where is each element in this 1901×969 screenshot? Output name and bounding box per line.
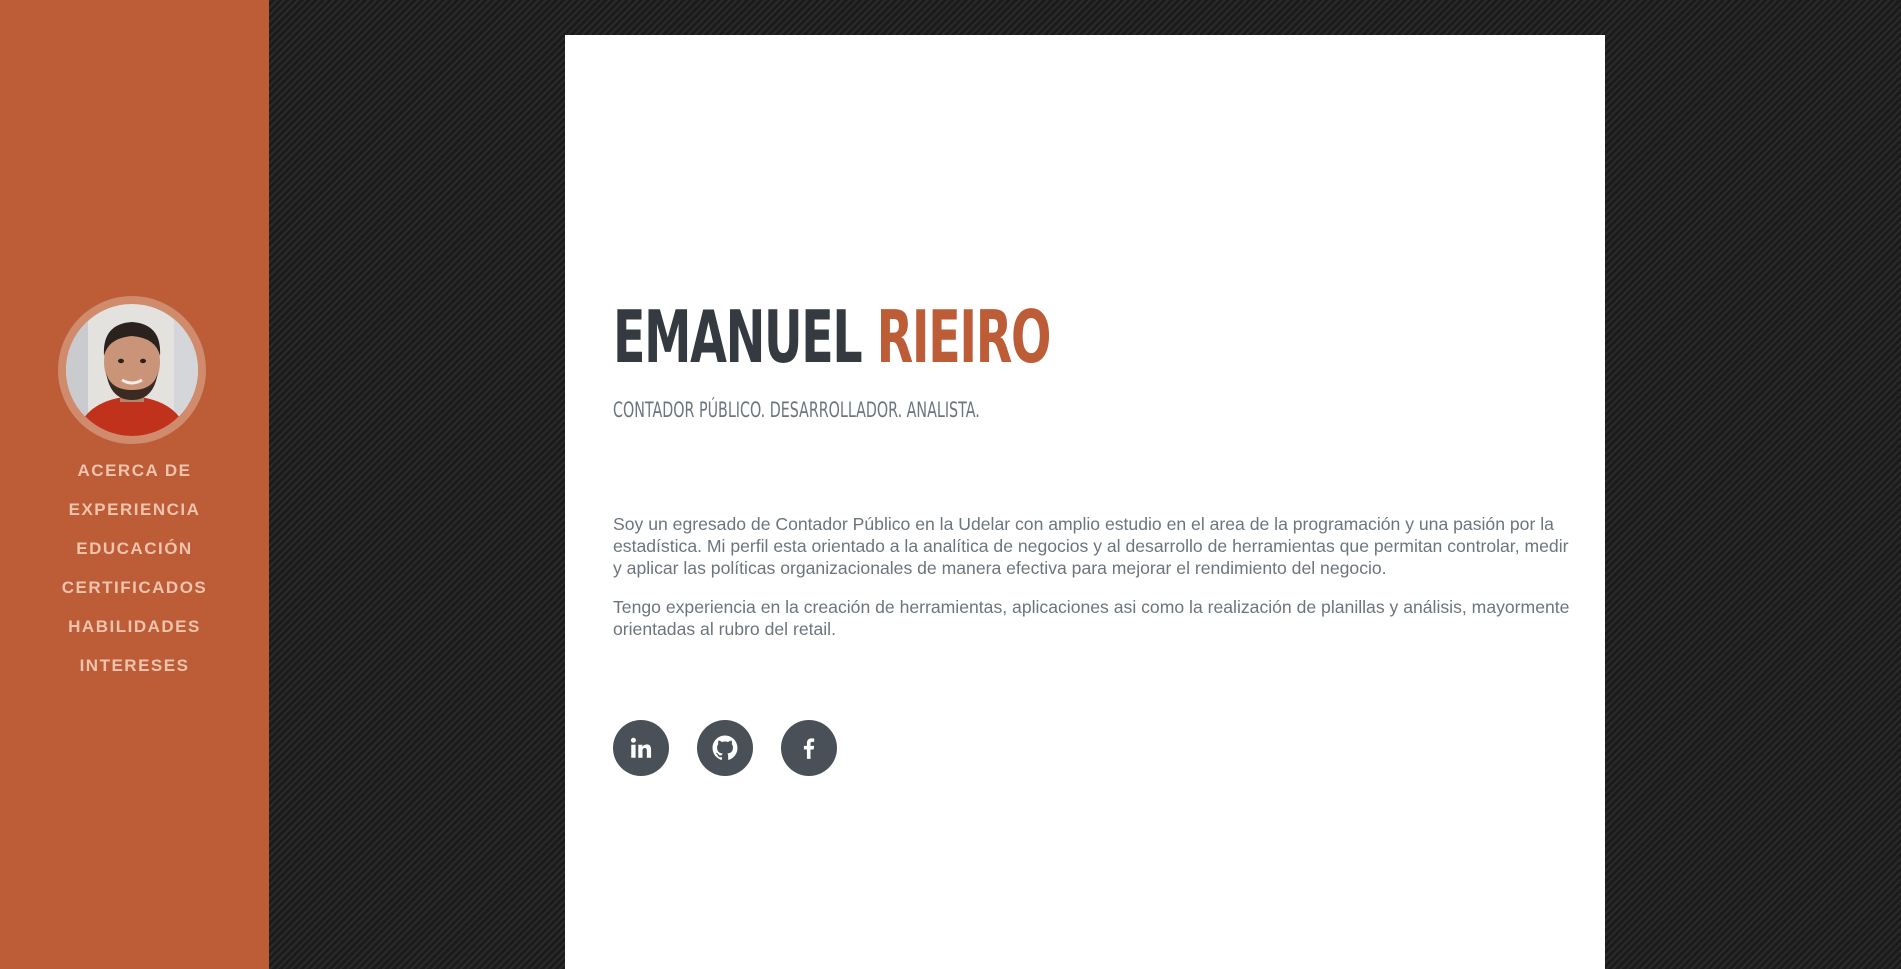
nav-link-intereses[interactable]: INTERESES — [80, 656, 190, 675]
sidebar: ACERCA DE EXPERIENCIA EDUCACIÓN CERTIFIC… — [0, 0, 269, 969]
social-links — [613, 720, 865, 776]
facebook-icon — [803, 738, 815, 759]
nav-menu: ACERCA DE EXPERIENCIA EDUCACIÓN CERTIFIC… — [0, 456, 269, 690]
nav-link-experiencia[interactable]: EXPERIENCIA — [69, 500, 201, 519]
profile-photo — [66, 304, 198, 436]
first-name: EMANUEL — [613, 295, 863, 379]
profile-avatar[interactable] — [58, 296, 206, 444]
about-paragraph-2: Tengo experiencia en la creación de herr… — [613, 597, 1570, 639]
nav-link-acerca-de[interactable]: ACERCA DE — [78, 461, 192, 480]
nav-item-educacion: EDUCACIÓN — [0, 534, 269, 573]
subheading: CONTADOR PÚBLICO. DESARROLLADOR. ANALIST… — [613, 398, 980, 422]
nav-item-experiencia: EXPERIENCIA — [0, 495, 269, 534]
about-paragraph-1: Soy un egresado de Contador Público en l… — [613, 514, 1569, 578]
nav-item-habilidades: HABILIDADES — [0, 612, 269, 651]
github-button[interactable] — [697, 720, 753, 776]
github-icon — [712, 735, 738, 760]
last-name: RIEIRO — [876, 295, 1052, 379]
linkedin-icon — [630, 737, 652, 758]
nav-link-habilidades[interactable]: HABILIDADES — [68, 617, 201, 636]
nav-item-certificados: CERTIFICADOS — [0, 573, 269, 612]
nav-link-educacion[interactable]: EDUCACIÓN — [76, 539, 192, 558]
page-title: EMANUEL RIEIRO — [613, 295, 1052, 379]
nav-item-intereses: INTERESES — [0, 651, 269, 690]
nav-item-acerca-de: ACERCA DE — [0, 456, 269, 495]
nav-link-certificados[interactable]: CERTIFICADOS — [62, 578, 208, 597]
linkedin-button[interactable] — [613, 720, 669, 776]
about-section: EMANUEL RIEIRO CONTADOR PÚBLICO. DESARRO… — [565, 35, 1605, 969]
facebook-button[interactable] — [781, 720, 837, 776]
